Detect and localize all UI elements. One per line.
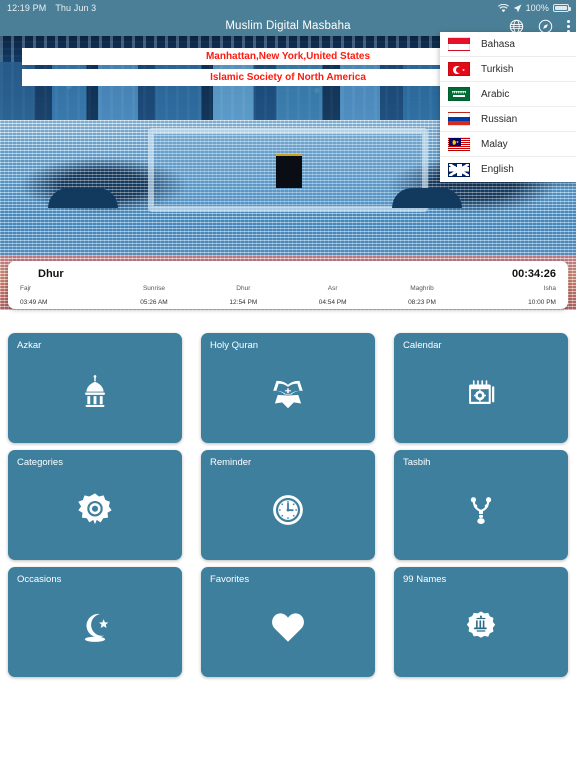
calendar-settings-icon [464,376,498,410]
card-label: Holy Quran [210,340,259,351]
page-title: Muslim Digital Masbaha [225,20,351,32]
battery-percent: 100% [525,3,549,13]
flag-united-kingdom-icon [448,162,470,177]
prayer-times-row: Fajr 03:49 AM Sunrise 05:26 AM Dhur 12:5… [20,283,556,308]
card-label: 99 Names [403,574,447,585]
prayer-name: Isha [543,285,556,292]
clock-icon [271,493,305,527]
prayer-cell-asr: Asr 04:54 PM [288,283,377,308]
card-holy-quran[interactable]: Holy Quran [201,333,375,443]
card-label: Tasbih [403,457,431,468]
mosque-dome-icon [77,375,113,411]
card-favorites[interactable]: Favorites [201,567,375,677]
app-root: 12:19 PM Thu Jun 3 100% Muslim Digital M… [0,0,576,768]
prayer-time: 04:54 PM [318,299,347,306]
prayer-countdown: 00:34:26 [511,267,556,280]
status-time: 12:19 PM [7,3,47,13]
prayer-time: 05:26 AM [140,299,168,306]
location-arrow-icon [513,4,522,12]
right-dome [392,188,462,208]
language-option-malay[interactable]: Malay [440,132,576,157]
flag-saudi-arabia-icon [448,87,470,101]
language-option-english[interactable]: English [440,157,576,182]
card-occasions[interactable]: Occasions [8,567,182,677]
card-label: Occasions [17,574,62,585]
crescent-star-icon [77,609,113,645]
card-categories[interactable]: Categories [8,450,182,560]
prayer-name: Sunrise [142,285,166,292]
prayer-card-header: Dhur 00:34:26 [20,266,556,281]
language-option-russian[interactable]: Russian [440,107,576,132]
next-prayer-name: Dhur [38,267,64,280]
prayer-times-card[interactable]: Dhur 00:34:26 Fajr 03:49 AM Sunrise 05:2… [8,261,568,309]
prayer-name: Dhur [236,285,251,292]
allah-badge-icon [464,610,498,644]
language-label: Bahasa [481,38,515,50]
prayer-cell-fajr: Fajr 03:49 AM [20,283,109,308]
status-bar-right: 100% [497,3,576,13]
flag-russia-icon [448,112,470,126]
prayer-time: 10:00 PM [528,299,556,306]
kaaba-icon [276,154,302,188]
left-dome [48,188,118,208]
card-label: Categories [17,457,63,468]
wifi-icon [497,3,509,12]
card-label: Favorites [210,574,250,585]
status-bar: 12:19 PM Thu Jun 3 100% [0,0,576,16]
language-option-turkish[interactable]: Turkish [440,57,576,82]
prayer-cell-dhur: Dhur 12:54 PM [199,283,288,308]
flag-malaysia-icon [448,137,470,151]
flag-turkey-icon [448,62,470,76]
prayer-cell-isha: Isha 10:00 PM [467,283,556,308]
status-bar-left: 12:19 PM Thu Jun 3 [0,3,96,13]
language-dropdown[interactable]: Bahasa Turkish Arabic Russian Malay Engl… [440,32,576,182]
language-label: Turkish [481,63,514,75]
card-label: Calendar [403,340,442,351]
card-99-names[interactable]: 99 Names [394,567,568,677]
prayer-name: Asr [327,285,338,292]
battery-full-icon [553,4,571,12]
card-reminder[interactable]: Reminder [201,450,375,560]
card-azkar[interactable]: Azkar [8,333,182,443]
card-calendar[interactable]: Calendar [394,333,568,443]
flag-indonesia-icon [448,37,470,51]
prayer-time: 12:54 PM [229,299,258,306]
prayer-name: Fajr [20,285,32,292]
language-label: Russian [481,113,518,125]
prayer-beads-icon [463,492,499,528]
heart-icon [270,610,306,644]
card-label: Azkar [17,340,42,351]
language-label: Arabic [481,88,510,100]
prayer-time: 08:23 PM [408,299,436,306]
feature-grid: Azkar Holy Quran Calendar Categories Rem… [0,333,576,677]
card-tasbih[interactable]: Tasbih [394,450,568,560]
open-quran-icon [270,375,306,411]
card-label: Reminder [210,457,252,468]
prayer-cell-maghrib: Maghrib 08:23 PM [377,283,466,308]
language-option-arabic[interactable]: Arabic [440,82,576,107]
islamic-rosette-icon [77,492,113,528]
language-label: English [481,164,514,175]
language-label: Malay [481,138,508,150]
status-date: Thu Jun 3 [55,3,97,13]
prayer-name: Maghrib [410,285,434,292]
language-option-bahasa[interactable]: Bahasa [440,32,576,57]
prayer-time: 03:49 AM [20,299,48,306]
prayer-cell-sunrise: Sunrise 05:26 AM [109,283,198,308]
